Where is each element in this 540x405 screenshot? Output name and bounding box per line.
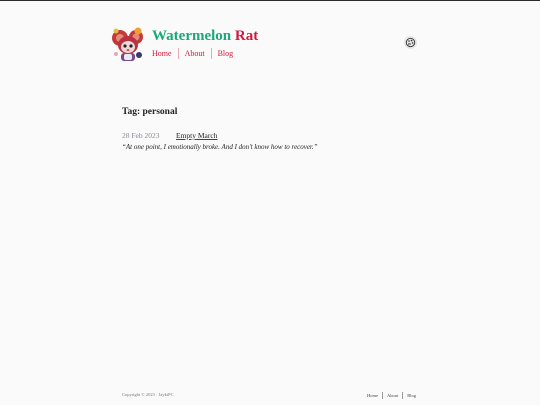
nav-home-link[interactable]: Home bbox=[152, 49, 172, 58]
footer-about-link[interactable]: About bbox=[387, 393, 398, 398]
footer-copyright: Copyright © 2023 · JaykiPC bbox=[122, 392, 174, 397]
site-title-red: Rat bbox=[234, 28, 259, 44]
site-title[interactable]: Watermelon Rat bbox=[152, 27, 258, 45]
main-nav: Home About Blog bbox=[152, 48, 233, 59]
nav-divider bbox=[210, 48, 212, 59]
footer-blog-link[interactable]: Blog bbox=[407, 393, 416, 398]
site-avatar[interactable] bbox=[111, 27, 145, 61]
footer-nav-divider bbox=[402, 392, 404, 399]
post-title-link[interactable]: Empty March bbox=[176, 131, 217, 140]
nav-divider bbox=[177, 48, 179, 59]
top-border bbox=[0, 0, 540, 1]
rat-mascot-avatar-icon bbox=[111, 27, 145, 61]
palette-icon bbox=[405, 37, 416, 48]
page-title: Tag: personal bbox=[122, 107, 178, 117]
nav-blog-link[interactable]: Blog bbox=[218, 49, 234, 58]
footer-nav-divider bbox=[381, 392, 383, 399]
theme-toggle-button[interactable] bbox=[404, 36, 417, 49]
site-header: Watermelon Rat Home About Blog bbox=[111, 27, 421, 63]
post-date: 28 Feb 2023 bbox=[122, 131, 160, 140]
footer-nav: Home About Blog bbox=[367, 392, 416, 399]
footer-home-link[interactable]: Home bbox=[367, 393, 378, 398]
nav-about-link[interactable]: About bbox=[185, 49, 205, 58]
site-title-green: Watermelon bbox=[152, 28, 232, 44]
post-excerpt: “At one point, I emotionally broke. And … bbox=[122, 143, 318, 151]
